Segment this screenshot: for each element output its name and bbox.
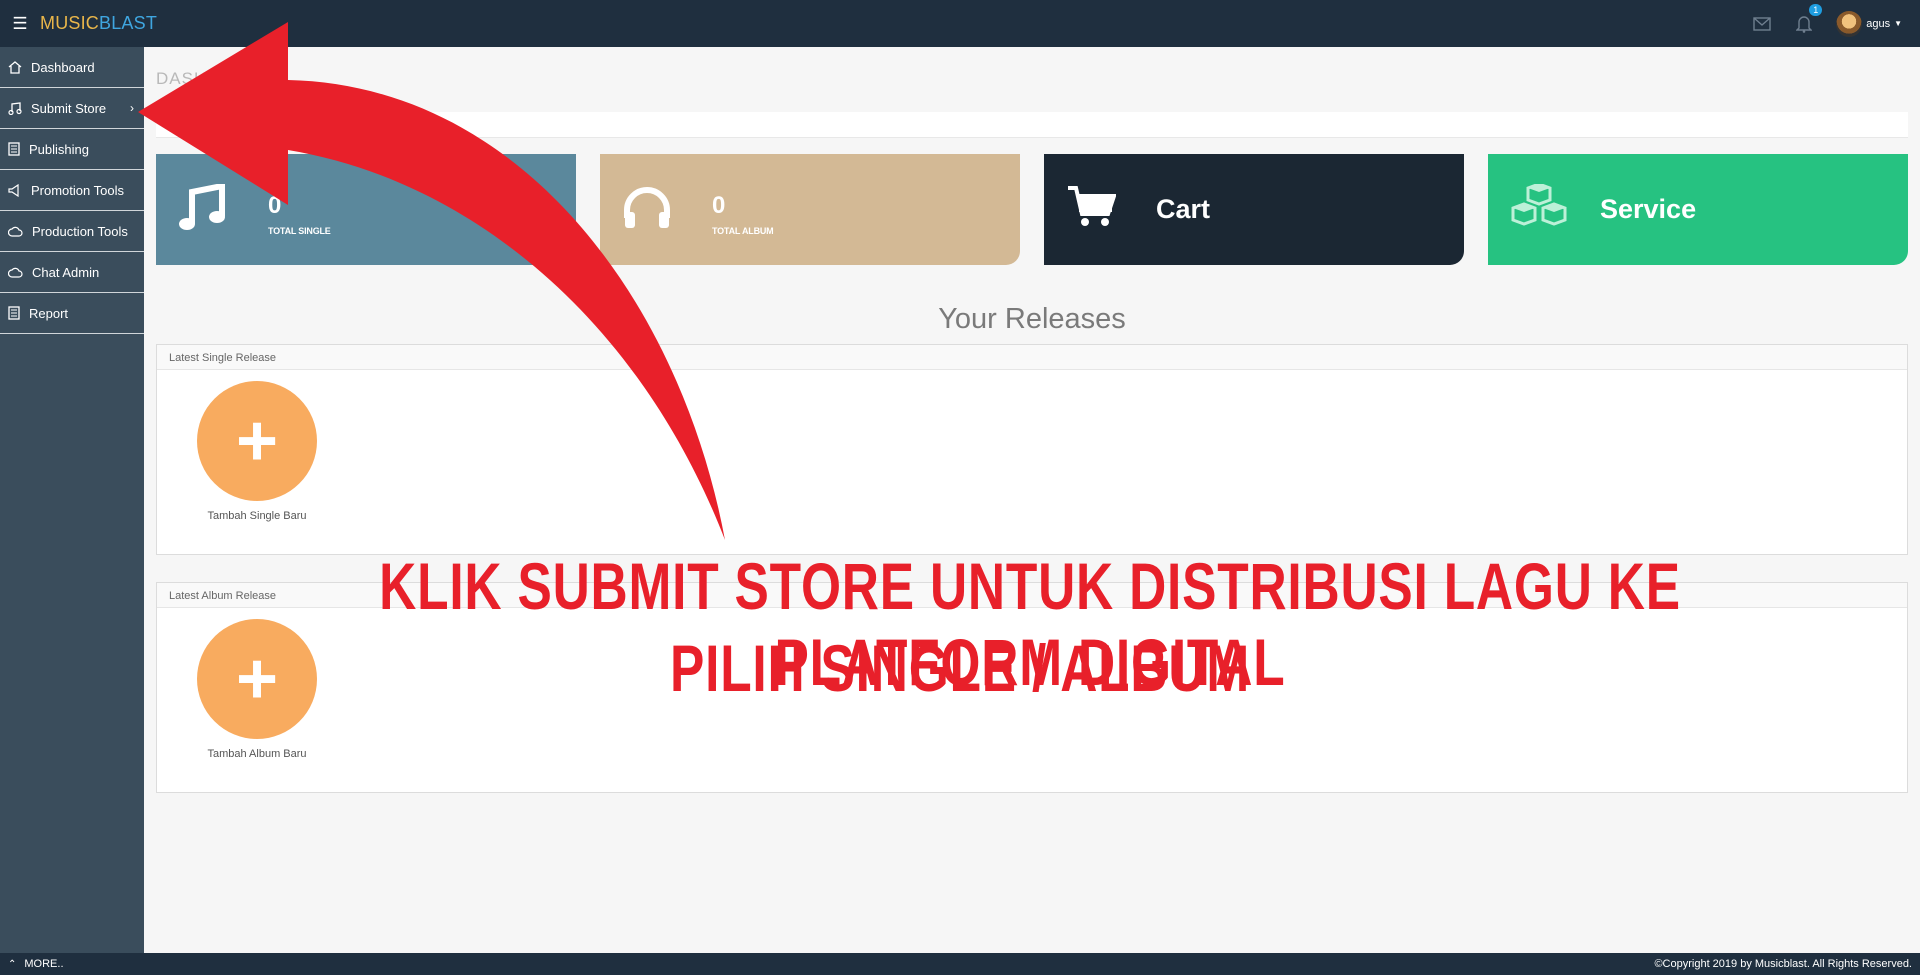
sidebar-item-promotion-tools[interactable]: Promotion Tools xyxy=(0,170,144,211)
cart-title: Cart xyxy=(1156,194,1211,224)
add-single-button[interactable]: + xyxy=(197,381,317,501)
sidebar-item-report[interactable]: Report xyxy=(0,293,144,334)
megaphone-icon xyxy=(8,183,19,197)
document-icon xyxy=(8,306,20,320)
cubes-icon xyxy=(1511,184,1567,226)
music-icon xyxy=(8,101,22,115)
releases-title: Your Releases xyxy=(938,303,1126,335)
document-icon xyxy=(8,142,20,156)
add-album-label[interactable]: Tambah Album Baru xyxy=(167,748,347,760)
sidebar-item-production-tools[interactable]: Production Tools xyxy=(0,211,144,252)
page-title: DASH xyxy=(156,69,208,88)
chevron-right-icon: › xyxy=(130,101,134,115)
footer: ⌃ MORE.. ©Copyright 2019 by Musicblast. … xyxy=(0,953,1920,975)
single-panel-heading: Latest Single Release xyxy=(157,345,1907,370)
sidebar: Dashboard Submit Store › Publishing Prom… xyxy=(0,47,144,953)
total-single-value: 0 xyxy=(268,192,282,219)
header-actions: 1 agus ▼ xyxy=(1752,0,1902,47)
user-menu[interactable]: agus ▼ xyxy=(1836,10,1902,37)
breadcrumb xyxy=(156,112,1908,138)
brand-part1: MUSIC xyxy=(40,13,99,33)
sidebar-item-publishing[interactable]: Publishing xyxy=(0,129,144,170)
cart-card[interactable]: Cart xyxy=(1044,154,1464,265)
total-single-card[interactable]: 0 TOTAL SINGLE xyxy=(156,154,576,265)
single-release-panel: Latest Single Release + Tambah Single Ba… xyxy=(156,344,1908,555)
cloud-icon xyxy=(8,226,23,237)
caret-down-icon: ▼ xyxy=(1894,19,1902,28)
more-toggle[interactable]: ⌃ MORE.. xyxy=(8,958,64,970)
sidebar-item-chat-admin[interactable]: Chat Admin xyxy=(0,252,144,293)
chevron-up-icon: ⌃ xyxy=(8,958,17,970)
notification-badge: 1 xyxy=(1809,3,1823,16)
user-name: agus xyxy=(1866,17,1891,30)
cloud-icon xyxy=(8,267,23,278)
sidebar-item-submit-store[interactable]: Submit Store › xyxy=(0,88,144,129)
total-album-label: TOTAL ALBUM xyxy=(712,226,774,236)
sidebar-item-dashboard[interactable]: Dashboard xyxy=(0,47,144,88)
sidebar-item-label: Production Tools xyxy=(32,223,128,239)
sidebar-item-label: Chat Admin xyxy=(32,264,100,280)
avatar xyxy=(1836,10,1863,37)
sidebar-item-label: Dashboard xyxy=(31,59,95,75)
service-card[interactable]: Service xyxy=(1488,154,1908,265)
service-title: Service xyxy=(1600,194,1697,224)
home-icon xyxy=(8,60,22,74)
bell-icon[interactable]: 1 xyxy=(1794,3,1823,34)
main-content: DASH 0 TOTAL SINGLE 0 TOTAL ALBUM Cart S… xyxy=(144,47,1920,953)
brand-part2: BLAST xyxy=(99,13,158,33)
sidebar-item-label: Report xyxy=(29,305,69,321)
sidebar-item-label: Promotion Tools xyxy=(31,182,124,198)
brand-logo[interactable]: MUSICBLAST xyxy=(40,13,157,34)
total-single-label: TOTAL SINGLE xyxy=(268,226,331,236)
total-album-value: 0 xyxy=(712,192,726,219)
mail-icon[interactable] xyxy=(1752,14,1772,34)
menu-icon[interactable]: ☰ xyxy=(0,0,40,47)
top-bar: ☰ MUSICBLAST 1 agus ▼ xyxy=(0,0,1920,47)
total-album-card[interactable]: 0 TOTAL ALBUM xyxy=(600,154,1020,265)
sidebar-item-label: Publishing xyxy=(29,141,89,157)
copyright: ©Copyright 2019 by Musicblast. All Right… xyxy=(1654,958,1912,970)
cart-icon xyxy=(1068,186,1116,226)
more-label: MORE.. xyxy=(24,958,64,970)
add-single-label[interactable]: Tambah Single Baru xyxy=(167,510,347,522)
sidebar-item-label: Submit Store xyxy=(31,100,107,116)
annotation-line-2: PILIH SINGLE / ALBUM xyxy=(670,631,1250,705)
headphones-icon xyxy=(624,187,670,228)
music-note-icon xyxy=(179,184,225,230)
